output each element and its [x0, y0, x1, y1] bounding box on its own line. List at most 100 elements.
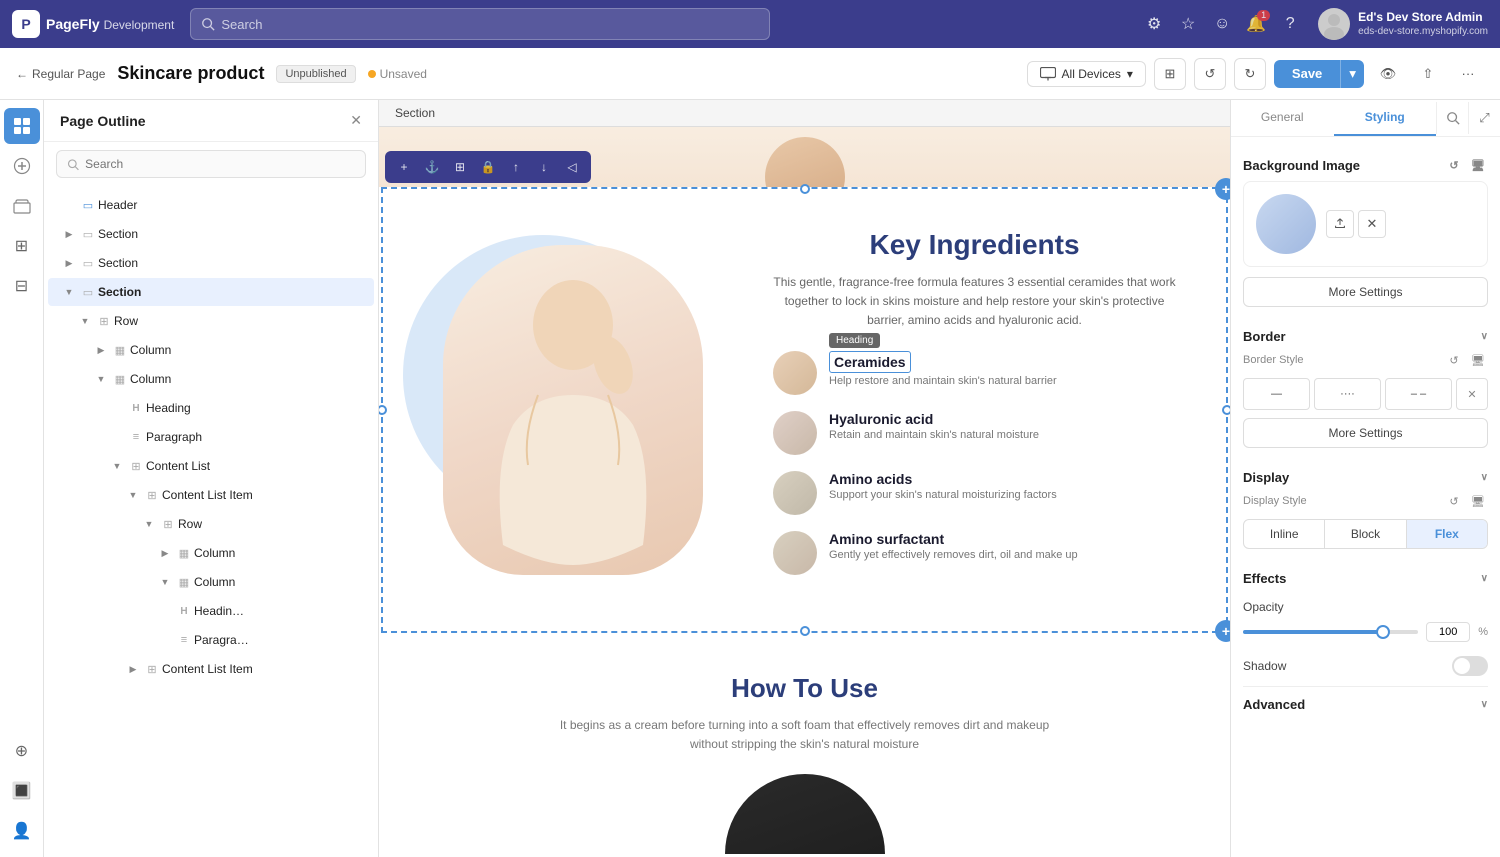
display-header[interactable]: Display ∨ [1243, 464, 1488, 491]
global-search[interactable]: Search [190, 8, 770, 40]
add-handle-bottom[interactable]: + [1215, 620, 1230, 642]
nav-tab-grid[interactable]: ⊞ [4, 228, 40, 264]
tool-link[interactable]: ⚓ [421, 156, 443, 178]
display-monitor-icon[interactable]: 🖥 [1468, 491, 1488, 511]
canvas-toolbar[interactable]: + ⚓ ⊞ 🔒 ↑ ↓ ◁ [385, 151, 591, 183]
tree-item-row2[interactable]: ▼ ⊞ Row [48, 510, 374, 538]
tool-lock[interactable]: 🔒 [477, 156, 499, 178]
tool-collapse[interactable]: ◁ [561, 156, 583, 178]
share-button[interactable]: ⇧ [1412, 58, 1444, 90]
tree-toggle-s3[interactable]: ▼ [60, 283, 78, 301]
tree-toggle-cli1[interactable]: ▼ [124, 486, 142, 504]
bg-reset-icon[interactable]: ↺ [1444, 155, 1464, 175]
panel-search-button[interactable] [1436, 102, 1468, 134]
grid-view-button[interactable]: ⊞ [1154, 58, 1186, 90]
display-flex-button[interactable]: Flex [1407, 520, 1487, 548]
tool-move-up[interactable]: ↑ [505, 156, 527, 178]
nav-tab-pages[interactable] [4, 108, 40, 144]
tree-item-para2[interactable]: ≡ Paragra… [48, 626, 374, 654]
tree-toggle-s1[interactable]: ▶ [60, 225, 78, 243]
bg-image-header[interactable]: Background Image ↺ 🖥 [1243, 149, 1488, 181]
status-badge[interactable]: Unpublished [276, 65, 355, 83]
resize-handle-bottom[interactable] [800, 626, 810, 636]
tree-item-content-list[interactable]: ▼ ⊞ Content List [48, 452, 374, 480]
tab-general[interactable]: General [1231, 100, 1334, 136]
tree-toggle-cl[interactable]: ▼ [108, 457, 126, 475]
nav-tab-add[interactable] [4, 148, 40, 184]
nav-tab-layers[interactable]: ⊟ [4, 268, 40, 304]
tree-toggle-col3[interactable]: ▶ [156, 544, 174, 562]
tree-toggle-row1[interactable]: ▼ [76, 312, 94, 330]
panel-fullscreen-button[interactable]: ⤢ [1468, 102, 1500, 134]
display-reset-icon[interactable]: ↺ [1444, 491, 1464, 511]
nav-tab-user[interactable]: 👤 [4, 813, 40, 849]
tree-toggle-col2[interactable]: ▼ [92, 370, 110, 388]
border-reset-icon[interactable]: ↺ [1444, 350, 1464, 370]
bg-delete-button[interactable]: ✕ [1358, 210, 1386, 238]
tree-toggle-row2[interactable]: ▼ [140, 515, 158, 533]
border-monitor-icon[interactable]: 🖥 [1468, 350, 1488, 370]
tab-styling[interactable]: Styling [1334, 100, 1437, 136]
border-solid-button[interactable]: — [1243, 378, 1310, 410]
preview-button[interactable]: 👁 [1372, 58, 1404, 90]
help-icon[interactable]: ? [1280, 14, 1300, 34]
nav-tab-integrations[interactable]: ⊕ [4, 733, 40, 769]
back-button[interactable]: ← Regular Page [16, 67, 105, 81]
tool-move-down[interactable]: ↓ [533, 156, 555, 178]
more-options-button[interactable]: ··· [1452, 58, 1484, 90]
tree-item-col1[interactable]: ▶ ▦ Column [48, 336, 374, 364]
tree-item-heading1[interactable]: H Heading [48, 394, 374, 422]
border-dashed-button[interactable]: – – [1385, 378, 1452, 410]
tree-item-row1[interactable]: ▼ ⊞ Row [48, 307, 374, 335]
border-dotted-button[interactable]: ···· [1314, 378, 1381, 410]
sidebar-search-input[interactable] [85, 157, 355, 171]
tree-item-col3[interactable]: ▶ ▦ Column [48, 539, 374, 567]
shadow-toggle[interactable] [1452, 656, 1488, 676]
user-profile[interactable]: Ed's Dev Store Admin eds-dev-store.mysho… [1318, 8, 1488, 40]
effects-header[interactable]: Effects ∨ [1243, 565, 1488, 592]
opacity-slider-thumb[interactable] [1376, 625, 1390, 639]
tree-item-col2[interactable]: ▼ ▦ Column [48, 365, 374, 393]
tree-toggle-cli2[interactable]: ▶ [124, 660, 142, 678]
tree-item-cli1[interactable]: ▼ ⊞ Content List Item [48, 481, 374, 509]
tree-item-header[interactable]: ▭ Header [48, 191, 374, 219]
nav-tab-settings[interactable]: 🔳 [4, 773, 40, 809]
redo-button[interactable]: ↻ [1234, 58, 1266, 90]
tool-add[interactable]: + [393, 156, 415, 178]
tree-toggle-s2[interactable]: ▶ [60, 254, 78, 272]
tree-item-section1[interactable]: ▶ ▭ Section [48, 220, 374, 248]
resize-handle-right[interactable] [1222, 405, 1230, 415]
resize-handle-top[interactable] [800, 184, 810, 194]
device-selector[interactable]: All Devices ▾ [1027, 61, 1146, 87]
tree-item-cli2[interactable]: ▶ ⊞ Content List Item [48, 655, 374, 683]
canvas-content[interactable]: + ⚓ ⊞ 🔒 ↑ ↓ ◁ + [379, 127, 1230, 857]
tree-item-heading2[interactable]: H Headin… [48, 597, 374, 625]
add-handle-top[interactable]: + [1215, 178, 1230, 200]
save-dropdown-button[interactable]: ▾ [1340, 60, 1364, 88]
save-button[interactable]: Save [1274, 60, 1340, 88]
tree-toggle-col4[interactable]: ▼ [156, 573, 174, 591]
notification-icon[interactable]: 🔔 1 [1246, 14, 1266, 34]
tree-item-para1[interactable]: ≡ Paragraph [48, 423, 374, 451]
tree-item-section2[interactable]: ▶ ▭ Section [48, 249, 374, 277]
support-icon[interactable]: ☺ [1212, 14, 1232, 34]
star-icon[interactable]: ☆ [1178, 14, 1198, 34]
tool-copy[interactable]: ⊞ [449, 156, 471, 178]
bg-upload-button[interactable] [1326, 210, 1354, 238]
tree-item-col4[interactable]: ▼ ▦ Column [48, 568, 374, 596]
tree-toggle-col1[interactable]: ▶ [92, 341, 110, 359]
display-block-button[interactable]: Block [1325, 520, 1406, 548]
display-inline-button[interactable]: Inline [1244, 520, 1325, 548]
border-header[interactable]: Border ∨ [1243, 323, 1488, 350]
opacity-input[interactable] [1426, 622, 1470, 642]
close-sidebar-button[interactable]: ✕ [350, 112, 362, 129]
settings-icon[interactable]: ⚙ [1144, 14, 1164, 34]
advanced-header[interactable]: Advanced ∨ [1243, 686, 1488, 718]
border-more-settings-button[interactable]: More Settings [1243, 418, 1488, 448]
nav-tab-store[interactable] [4, 188, 40, 224]
opacity-slider[interactable] [1243, 630, 1418, 634]
bg-more-settings-button[interactable]: More Settings [1243, 277, 1488, 307]
bg-monitor-icon[interactable]: 🖥 [1468, 155, 1488, 175]
border-none-button[interactable]: ✕ [1456, 378, 1488, 410]
undo-button[interactable]: ↺ [1194, 58, 1226, 90]
